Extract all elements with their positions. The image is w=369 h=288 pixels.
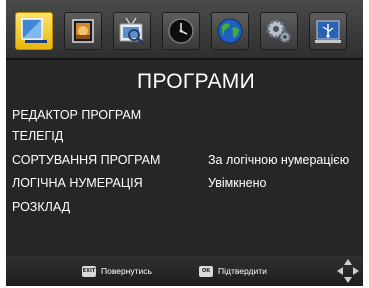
tab-picture[interactable] — [64, 12, 102, 50]
settings-gears-icon — [264, 16, 294, 46]
menu-item-label: РЕДАКТОР ПРОГРАМ — [12, 108, 142, 122]
channel-search-icon — [117, 16, 147, 46]
menu-item-value: За логічною нумерацією — [208, 153, 350, 167]
back-label: Повернутись — [101, 266, 152, 276]
menu-item-channel-editor[interactable]: РЕДАКТОР ПРОГРАМ — [12, 104, 357, 126]
time-icon — [166, 16, 196, 46]
ok-label: Підтвердити — [218, 266, 267, 276]
navigation-arrows-icon — [336, 258, 360, 284]
menu-item-label: СОРТУВАННЯ ПРОГРАМ — [12, 153, 161, 167]
tab-usb[interactable] — [309, 12, 347, 50]
back-hint[interactable]: EXIT Повернутись — [82, 264, 152, 278]
channel-manager-icon — [19, 16, 49, 46]
ok-hint[interactable]: OK Підтвердити — [199, 264, 267, 278]
tab-language[interactable] — [211, 12, 249, 50]
menu-item-epg[interactable]: ТЕЛЕГІД — [12, 125, 357, 147]
menu-item-label: РОЗКЛАД — [12, 200, 71, 214]
picture-icon — [68, 16, 98, 46]
footer-hint-bar: EXIT Повернутись OK Підтвердити — [6, 256, 363, 286]
tab-time[interactable] — [162, 12, 200, 50]
menu-item-schedule[interactable]: РОЗКЛАД — [12, 196, 357, 218]
ok-key-icon: OK — [199, 265, 213, 277]
menu-item-lcn[interactable]: ЛОГІЧНА НУМЕРАЦІЯ Увімкнено — [12, 172, 357, 194]
tv-menu-screen: ПРОГРАМИ РЕДАКТОР ПРОГРАМ ТЕЛЕГІД СОРТУВ… — [6, 0, 363, 286]
top-icon-bar — [6, 0, 363, 58]
tab-channel-manager[interactable] — [15, 12, 53, 50]
tab-channel-search[interactable] — [113, 12, 151, 50]
exit-key-icon: EXIT — [82, 265, 96, 277]
header-divider — [6, 58, 363, 60]
tab-settings[interactable] — [260, 12, 298, 50]
menu-item-channel-sort[interactable]: СОРТУВАННЯ ПРОГРАМ За логічною нумераціє… — [12, 149, 357, 171]
globe-icon — [215, 16, 245, 46]
usb-icon — [313, 16, 343, 46]
menu-item-label: ТЕЛЕГІД — [12, 129, 64, 143]
menu-item-value: Увімкнено — [208, 176, 267, 190]
page-title: ПРОГРАМИ — [137, 70, 255, 93]
menu-item-label: ЛОГІЧНА НУМЕРАЦІЯ — [12, 176, 143, 190]
